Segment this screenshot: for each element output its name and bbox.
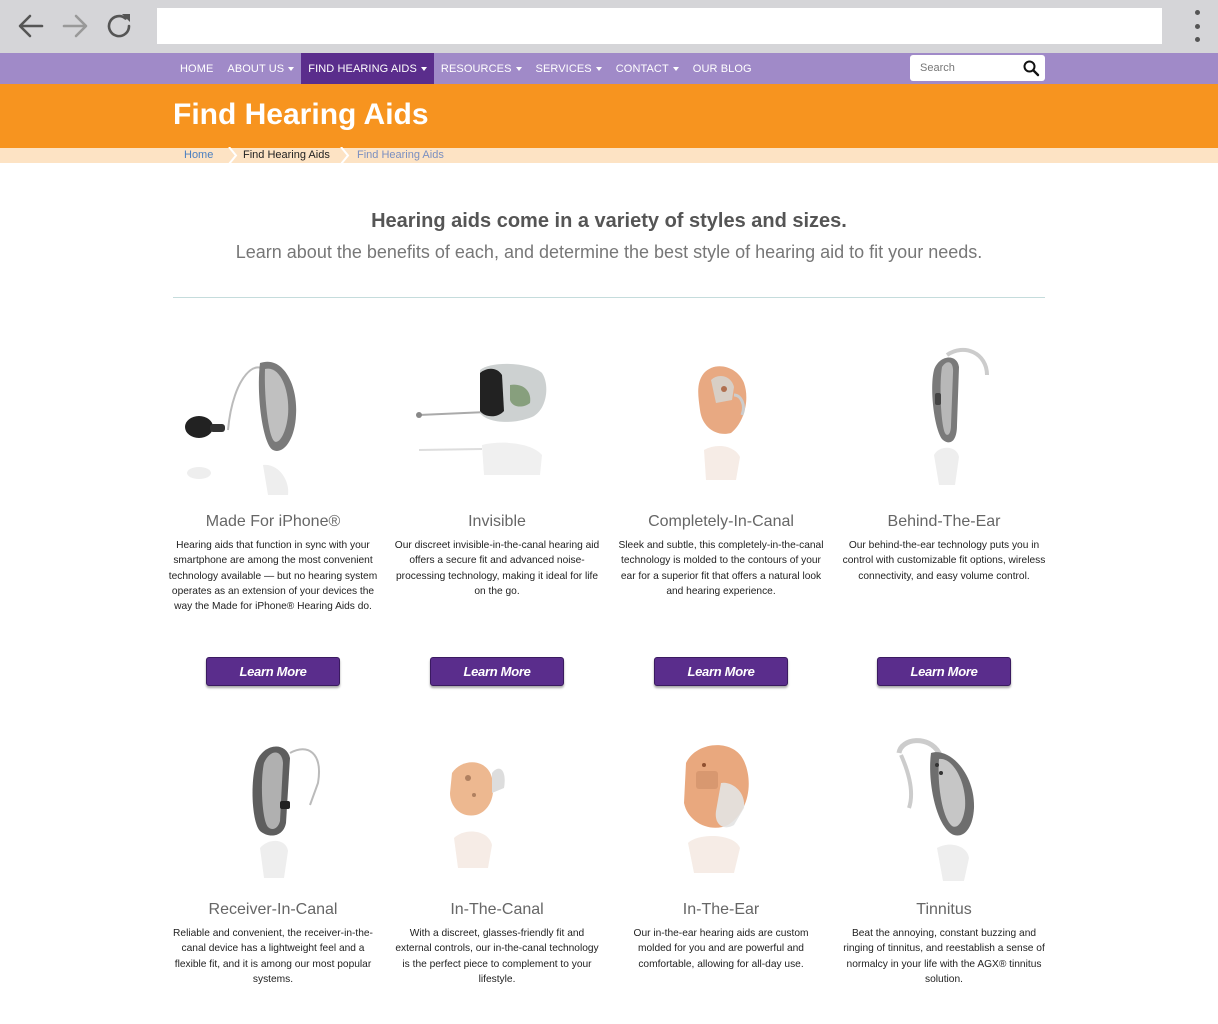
product-title[interactable]: Tinnitus	[839, 901, 1049, 923]
product-image-receiver-in-canal[interactable]	[168, 733, 378, 893]
search-input[interactable]	[910, 56, 1015, 80]
breadcrumb-chevron-icon	[340, 147, 350, 164]
nav-item-label: RESOURCES	[440, 62, 512, 75]
intro-heading: Hearing aids come in a variety of styles…	[371, 210, 847, 232]
learn-more-button-invisible[interactable]: Learn More	[430, 657, 564, 686]
nav-item-resources[interactable]: RESOURCES	[434, 53, 529, 84]
product-card-completely-in-canal: Completely-In-Canal Sleek and subtle, thi…	[616, 345, 826, 599]
product-card-behind-the-ear: Behind-The-Ear Our behind-the-ear technol…	[839, 345, 1049, 584]
nav-item-services[interactable]: SERVICES	[529, 53, 609, 84]
nav-item-label: SERVICES	[535, 62, 592, 75]
nav-item-find-hearing-aids[interactable]: FIND HEARING AIDS	[301, 53, 434, 84]
caret-down-icon	[672, 66, 679, 71]
product-title[interactable]: In-The-Ear	[616, 901, 826, 923]
browser-toolbar	[0, 0, 1218, 53]
learn-more-button-completely-in-canal[interactable]: Learn More	[654, 657, 788, 686]
nav-menu: HOME ABOUT US FIND HEARING AIDS RESOURCES SE…	[173, 53, 759, 84]
nav-item-label: HOME	[180, 62, 214, 75]
caret-down-icon	[288, 66, 295, 71]
page-banner: Find Hearing Aids	[0, 84, 1218, 148]
product-image-in-the-ear[interactable]	[616, 733, 826, 893]
arrow-right-icon	[62, 14, 88, 38]
product-image-behind-the-ear[interactable]	[839, 345, 1049, 505]
breadcrumb-section-link[interactable]: Find Hearing Aids	[243, 149, 330, 161]
product-title[interactable]: In-The-Canal	[392, 901, 602, 923]
search-box	[910, 55, 1045, 81]
back-button[interactable]	[9, 4, 53, 48]
breadcrumb: Home Find Hearing Aids Find Hearing Aids	[0, 147, 1218, 164]
product-description: Beat the annoying, constant buzzing and …	[843, 928, 1045, 985]
product-card-in-the-canal: In-The-Canal With a discreet, glasses-fri…	[392, 733, 602, 987]
product-description: Our in-the-ear hearing aids are custom m…	[633, 928, 809, 970]
nav-item-about-us[interactable]: ABOUT US	[220, 53, 301, 84]
product-card-tinnitus: Tinnitus Beat the annoying, constant buzz…	[839, 733, 1049, 987]
learn-more-button-made-for-iphone[interactable]: Learn More	[206, 657, 340, 686]
product-image-tinnitus[interactable]	[839, 733, 1049, 893]
caret-down-icon	[515, 66, 522, 71]
learn-more-button-behind-the-ear[interactable]: Learn More	[877, 657, 1011, 686]
address-bar[interactable]	[157, 8, 1162, 44]
product-description: Our behind-the-ear technology puts you i…	[842, 540, 1046, 582]
product-card-made-for-iphone: Made For iPhone® Hearing aids that functi…	[168, 345, 378, 614]
product-description: Hearing aids that function in sync with …	[168, 540, 378, 613]
product-description: Our discreet invisible-in-the-canal hear…	[394, 540, 600, 597]
caret-down-icon	[420, 66, 427, 71]
caret-down-icon	[595, 66, 602, 71]
product-image-in-the-canal[interactable]	[392, 733, 602, 893]
product-description: Reliable and convenient, the receiver-in…	[173, 928, 373, 985]
product-title[interactable]: Invisible	[392, 513, 602, 535]
nav-item-label: OUR BLOG	[692, 62, 752, 75]
search-icon[interactable]	[1022, 59, 1040, 77]
kebab-menu-icon[interactable]	[1192, 10, 1202, 42]
product-card-receiver-in-canal: Receiver-In-Canal Reliable and convenient…	[168, 733, 378, 987]
forward-button[interactable]	[53, 4, 97, 48]
reload-icon	[107, 14, 131, 38]
product-title[interactable]: Behind-The-Ear	[839, 513, 1049, 535]
breadcrumb-current: Find Hearing Aids	[357, 149, 444, 161]
reload-button[interactable]	[97, 4, 141, 48]
section-divider	[173, 297, 1045, 298]
intro-subheading: Learn about the benefits of each, and de…	[235, 242, 983, 262]
product-title[interactable]: Receiver-In-Canal	[168, 901, 378, 923]
site-navbar: HOME ABOUT US FIND HEARING AIDS RESOURCES SE…	[0, 53, 1218, 84]
product-title[interactable]: Made For iPhone®	[168, 513, 378, 535]
product-image-invisible[interactable]	[392, 345, 602, 505]
product-image-completely-in-canal[interactable]	[616, 345, 826, 505]
nav-item-our-blog[interactable]: OUR BLOG	[686, 53, 759, 84]
breadcrumb-chevron-icon	[228, 147, 238, 164]
product-image-made-for-iphone[interactable]	[168, 345, 378, 505]
nav-item-home[interactable]: HOME	[173, 53, 220, 84]
nav-item-label: CONTACT	[615, 62, 669, 75]
nav-item-label: ABOUT US	[227, 62, 285, 75]
nav-item-label: FIND HEARING AIDS	[308, 62, 417, 75]
product-card-in-the-ear: In-The-Ear Our in-the-ear hearing aids ar…	[616, 733, 826, 972]
product-description: With a discreet, glasses-friendly fit an…	[395, 928, 599, 985]
product-title[interactable]: Completely-In-Canal	[616, 513, 826, 535]
product-description: Sleek and subtle, this completely-in-the…	[618, 540, 824, 597]
arrow-left-icon	[18, 14, 44, 38]
page-title: Find Hearing Aids	[173, 98, 429, 131]
nav-item-contact[interactable]: CONTACT	[609, 53, 686, 84]
breadcrumb-home-link[interactable]: Home	[184, 149, 213, 161]
product-card-invisible: Invisible Our discreet invisible-in-the-c…	[392, 345, 602, 599]
